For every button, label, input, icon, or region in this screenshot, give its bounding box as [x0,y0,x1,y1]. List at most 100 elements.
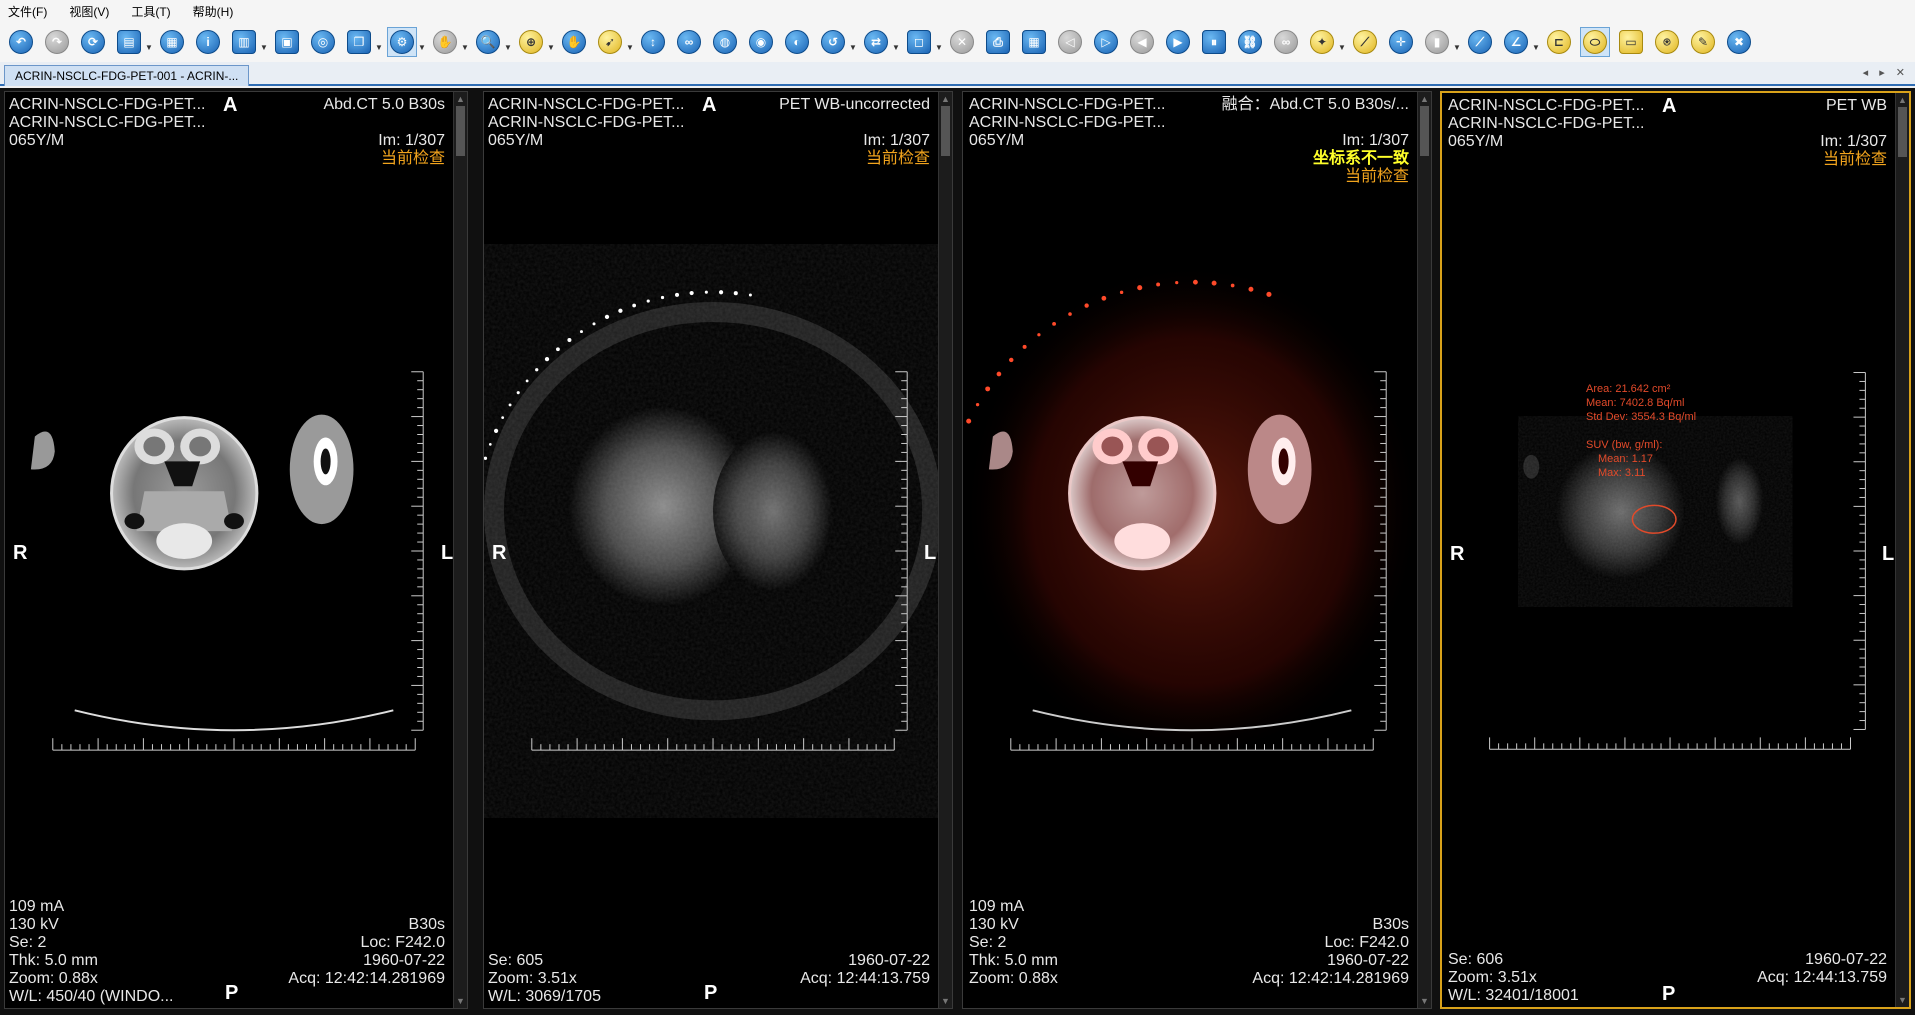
dropdown-arrow-icon[interactable]: ▼ [1338,27,1346,57]
line-button[interactable]: ⟋ [1465,27,1495,57]
redo-button[interactable]: ↷ [42,27,72,57]
viewport-scrollbar[interactable]: ▲ ▼ [453,92,467,1008]
viewport-ct[interactable]: ACRIN-NSCLC-FDG-PET... ACRIN-NSCLC-FDG-P… [4,91,468,1009]
sync-button[interactable]: ⇄ [861,27,891,57]
current-exam-label: 当前检查 [1345,168,1409,186]
clipboard-button[interactable]: ▤ [114,27,144,57]
menu-help[interactable]: 帮助(H) [193,3,234,20]
fusion-info-location: Loc: F242.0 [1325,934,1410,952]
dropdown-arrow-icon[interactable]: ▼ [849,27,857,57]
viewport-scrollbar[interactable]: ▲ ▼ [1895,93,1909,1007]
scroll-thumb[interactable] [1420,106,1429,156]
scroll-thumb[interactable] [941,106,950,156]
menu-view[interactable]: 视图(V) [69,3,109,20]
viewport-scrollbar[interactable]: ▲ ▼ [938,92,952,1008]
stack-button[interactable]: ❐ [344,27,374,57]
pen-icon: ✎ [1691,30,1715,54]
scroll-up-arrow[interactable]: ▲ [1420,94,1429,104]
redo-icon: ↷ [45,30,69,54]
chain-button[interactable]: ∞ [1271,27,1301,57]
fusion-info-thickness: Thk: 5.0 mm [969,952,1058,970]
ellipse-button[interactable]: ⬭ [1580,27,1610,57]
dropdown-arrow-icon[interactable]: ▼ [260,27,268,57]
dropdown-arrow-icon[interactable]: ▼ [461,27,469,57]
tile-button[interactable]: ▣ [272,27,302,57]
scroll-down-arrow[interactable]: ▼ [456,996,465,1006]
pause-button[interactable]: ⏸ [1199,27,1229,57]
viewport-fusion[interactable]: ACRIN-NSCLC-FDG-PET... ACRIN-NSCLC-FDG-P… [962,91,1432,1009]
rotate-button[interactable]: ↺ [818,27,848,57]
tab-nav-controls[interactable]: ◂ ▸ ✕ [1863,66,1909,79]
angle-button[interactable]: ∠ [1501,27,1531,57]
grid-button[interactable]: ▦ [1019,27,1049,57]
hand-disabled-button[interactable]: ✋ [430,27,460,57]
print-button[interactable]: ⎙ [983,27,1013,57]
contrast-button[interactable]: ◐ [782,27,812,57]
pen-button[interactable]: ✎ [1688,27,1718,57]
image-index: Im: 1/307 [863,132,930,150]
pointer-button[interactable]: ➹ [595,27,625,57]
scroll-up-arrow[interactable]: ▲ [456,94,465,104]
layout-button[interactable]: ▥ [229,27,259,57]
gear-icon: ⚙ [390,30,414,54]
roi-button[interactable]: ◻ [904,27,934,57]
dropdown-arrow-icon[interactable]: ▼ [375,27,383,57]
dropdown-arrow-icon[interactable]: ▼ [1453,27,1461,57]
pan-button[interactable]: ✋ [559,27,589,57]
info-button[interactable]: i [193,27,223,57]
gear-button[interactable]: ⚙ [387,27,417,57]
ct-info-kernel: B30s [409,916,445,934]
next-button[interactable]: ▷ [1091,27,1121,57]
layout-icon: ▥ [232,30,256,54]
scroll-down-arrow[interactable]: ▼ [941,996,950,1006]
menu-file[interactable]: 文件(F) [8,3,47,20]
menu-tools[interactable]: 工具(T) [131,3,170,20]
scroll-up-arrow[interactable]: ▲ [1898,95,1907,105]
dropdown-arrow-icon[interactable]: ▼ [935,27,943,57]
probe-button[interactable]: ↕ [638,27,668,57]
viewport-pet-uncorrected[interactable]: ACRIN-NSCLC-FDG-PET... ACRIN-NSCLC-FDG-P… [483,91,953,1009]
back-button[interactable]: ◀ [1127,27,1157,57]
film-button[interactable]: ◎ [308,27,338,57]
dropdown-arrow-icon[interactable]: ▼ [626,27,634,57]
scroll-thumb[interactable] [1898,107,1907,157]
bulb-button[interactable]: ✦ [1307,27,1337,57]
stack-icon: ❐ [347,30,371,54]
prev-button[interactable]: ◁ [1055,27,1085,57]
globe2-button[interactable]: ◉ [746,27,776,57]
refresh-button[interactable]: ⟳ [78,27,108,57]
dropdown-arrow-icon[interactable]: ▼ [892,27,900,57]
clear-button[interactable]: ✖ [1724,27,1754,57]
disabled-button[interactable]: ▮ [1422,27,1452,57]
viewport-scrollbar[interactable]: ▲ ▼ [1417,92,1431,1008]
series-description: PET WB-uncorrected [779,96,930,114]
undo-button[interactable]: ↶ [6,27,36,57]
close-button[interactable]: ✕ [947,27,977,57]
link-button[interactable]: ⛓ [1235,27,1265,57]
globe-button[interactable]: ◍ [710,27,740,57]
stamp-button[interactable]: ⍟ [1652,27,1682,57]
rect-button[interactable]: ▭ [1616,27,1646,57]
tab-study[interactable]: ACRIN-NSCLC-FDG-PET-001 - ACRIN-... [4,65,249,86]
series-button[interactable]: ▦ [157,27,187,57]
patient-line2: ACRIN-NSCLC-FDG-PET... [488,114,684,132]
dropdown-arrow-icon[interactable]: ▼ [547,27,555,57]
ruler-button[interactable]: ⟋ [1350,27,1380,57]
dropdown-arrow-icon[interactable]: ▼ [504,27,512,57]
tab-strip: ACRIN-NSCLC-FDG-PET-001 - ACRIN-... ◂ ▸ … [0,62,1915,86]
viewport-pet-wb[interactable]: ACRIN-NSCLC-FDG-PET... ACRIN-NSCLC-FDG-P… [1440,91,1911,1009]
scroll-down-arrow[interactable]: ▼ [1898,995,1907,1005]
zoom-button[interactable]: 🔍 [473,27,503,57]
dropdown-arrow-icon[interactable]: ▼ [418,27,426,57]
play-button[interactable]: ▶ [1163,27,1193,57]
magnify-button[interactable]: ⊕ [516,27,546,57]
measure-button[interactable]: ⊏ [1544,27,1574,57]
scroll-up-arrow[interactable]: ▲ [941,94,950,104]
cells-button[interactable]: ∞ [674,27,704,57]
dropdown-arrow-icon[interactable]: ▼ [1532,27,1540,57]
scroll-down-arrow[interactable]: ▼ [1420,996,1429,1006]
dropdown-arrow-icon[interactable]: ▼ [145,27,153,57]
crosshair-button[interactable]: ✛ [1386,27,1416,57]
petwb-info-acq: Acq: 12:44:13.759 [1757,969,1887,987]
scroll-thumb[interactable] [456,106,465,156]
